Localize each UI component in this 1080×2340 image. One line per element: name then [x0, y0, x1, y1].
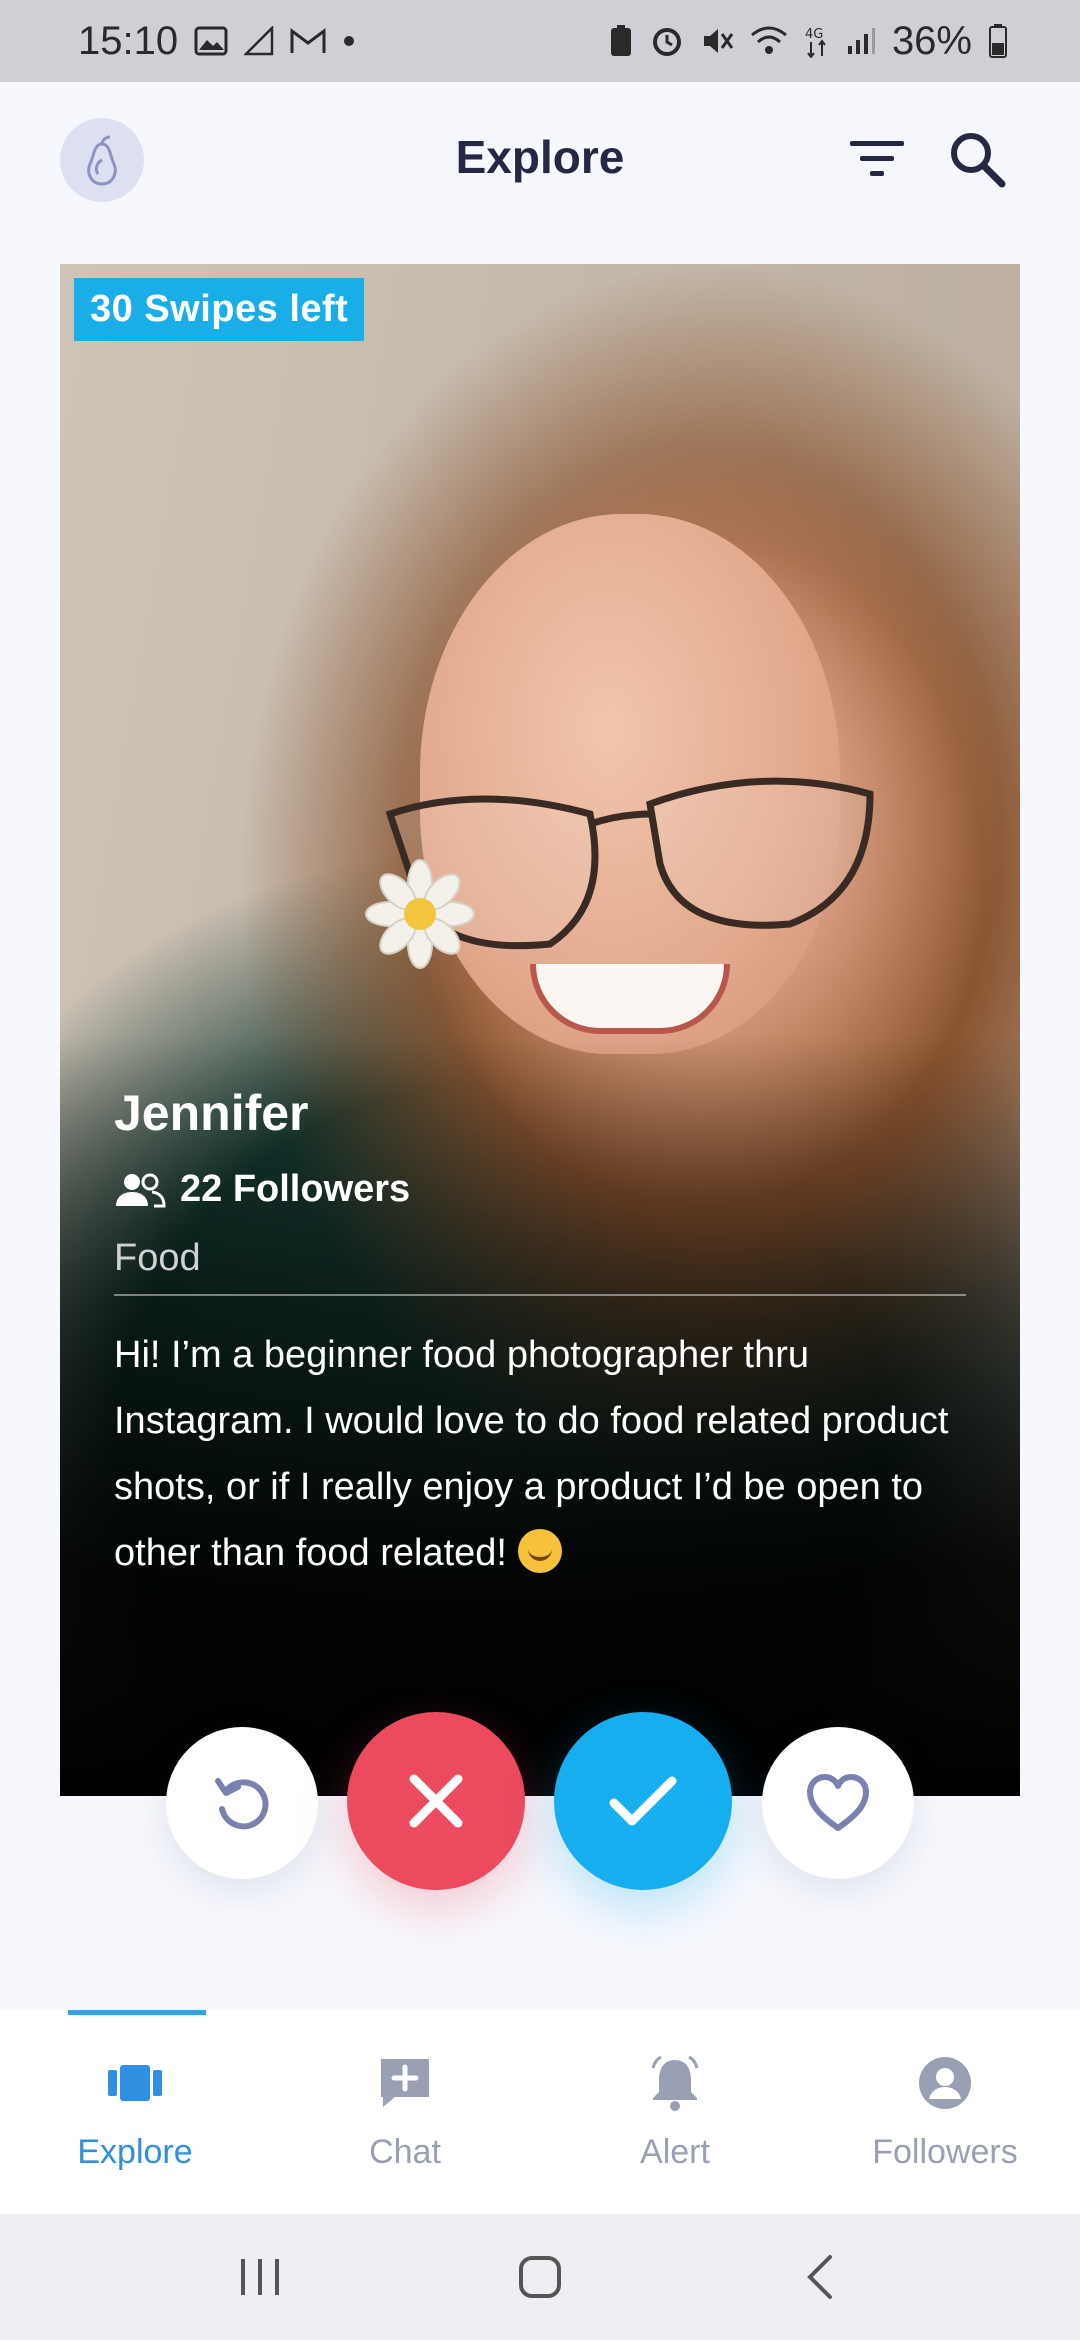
profile-bio: Hi! I’m a beginner food photographer thr…: [114, 1322, 966, 1586]
image-icon: [194, 26, 228, 56]
reject-button[interactable]: [347, 1712, 525, 1890]
wifi-icon: [750, 25, 788, 57]
tab-followers[interactable]: Followers: [810, 2010, 1080, 2214]
user-circle-icon: [919, 2056, 971, 2109]
4g-icon: 4G: [804, 24, 830, 58]
followers-row: 22 Followers: [114, 1168, 966, 1211]
recent-apps-button[interactable]: [220, 2237, 300, 2317]
status-bar: 15:10 4G 36%: [0, 0, 1080, 82]
system-nav-bar: [0, 2214, 1080, 2340]
bottom-nav: Explore Chat Alert Followers: [0, 2010, 1080, 2214]
signal-icon: [846, 26, 876, 56]
tab-label: Followers: [872, 2132, 1018, 2171]
people-icon: [116, 1173, 166, 1207]
undo-button[interactable]: [166, 1727, 318, 1879]
smiling-emoji-icon: [517, 1529, 562, 1573]
tab-explore[interactable]: Explore: [0, 2010, 270, 2214]
filter-icon: [850, 141, 904, 176]
tab-label: Chat: [369, 2132, 441, 2171]
pear-logo-icon[interactable]: [60, 118, 144, 202]
tab-alert[interactable]: Alert: [540, 2010, 810, 2214]
tab-chat[interactable]: Chat: [270, 2010, 540, 2214]
search-button[interactable]: [944, 126, 1010, 192]
app-header: Explore: [0, 82, 1080, 232]
accept-button[interactable]: [554, 1712, 732, 1890]
followers-count: 22 Followers: [180, 1168, 411, 1210]
profile-name: Jennifer: [114, 1085, 309, 1141]
heart-icon: [807, 1774, 869, 1831]
no-signal-icon: [244, 26, 274, 56]
profile-category: Food: [114, 1237, 201, 1279]
search-icon: [951, 133, 1006, 188]
mute-icon: [700, 24, 734, 58]
close-icon: [409, 1774, 463, 1828]
undo-icon: [215, 1778, 269, 1830]
status-time: 15:10: [78, 18, 179, 63]
back-icon: [807, 2255, 832, 2299]
alarm-icon: [650, 24, 684, 58]
active-tab-indicator: [68, 2010, 206, 2015]
tab-label: Explore: [77, 2132, 193, 2171]
profile-info: Jennifer 22 Followers Food Hi! I’m a beg…: [114, 1084, 966, 1586]
page-title: Explore: [455, 131, 625, 183]
daisy-earring: [365, 859, 475, 969]
tab-label: Alert: [640, 2132, 710, 2171]
bell-icon: [651, 2055, 699, 2111]
battery-icon: [988, 23, 1008, 59]
back-button[interactable]: [780, 2237, 860, 2317]
app-screen: 15:10 4G 36% Explore 30 Swipes left Jenn…: [0, 0, 1080, 2340]
info-divider: [114, 1294, 966, 1296]
home-button[interactable]: [500, 2237, 580, 2317]
battery-percent: 36%: [891, 18, 972, 63]
filter-button[interactable]: [844, 126, 910, 192]
home-icon: [519, 2256, 561, 2298]
swipes-left-badge: 30 Swipes left: [74, 278, 365, 341]
profile-card[interactable]: 30 Swipes left Jennifer 22 Followers Foo…: [60, 264, 1020, 1796]
swipe-actions: [0, 1712, 1080, 1892]
like-button[interactable]: [762, 1727, 914, 1879]
battery-saver-icon: [608, 24, 634, 58]
check-icon: [609, 1776, 677, 1826]
dot-icon: [342, 34, 356, 48]
cards-icon: [108, 2064, 162, 2101]
recent-apps-icon: [241, 2259, 279, 2295]
gmail-icon: [290, 27, 326, 55]
svg-text:4G: 4G: [805, 27, 823, 42]
chat-add-icon: [381, 2058, 429, 2107]
